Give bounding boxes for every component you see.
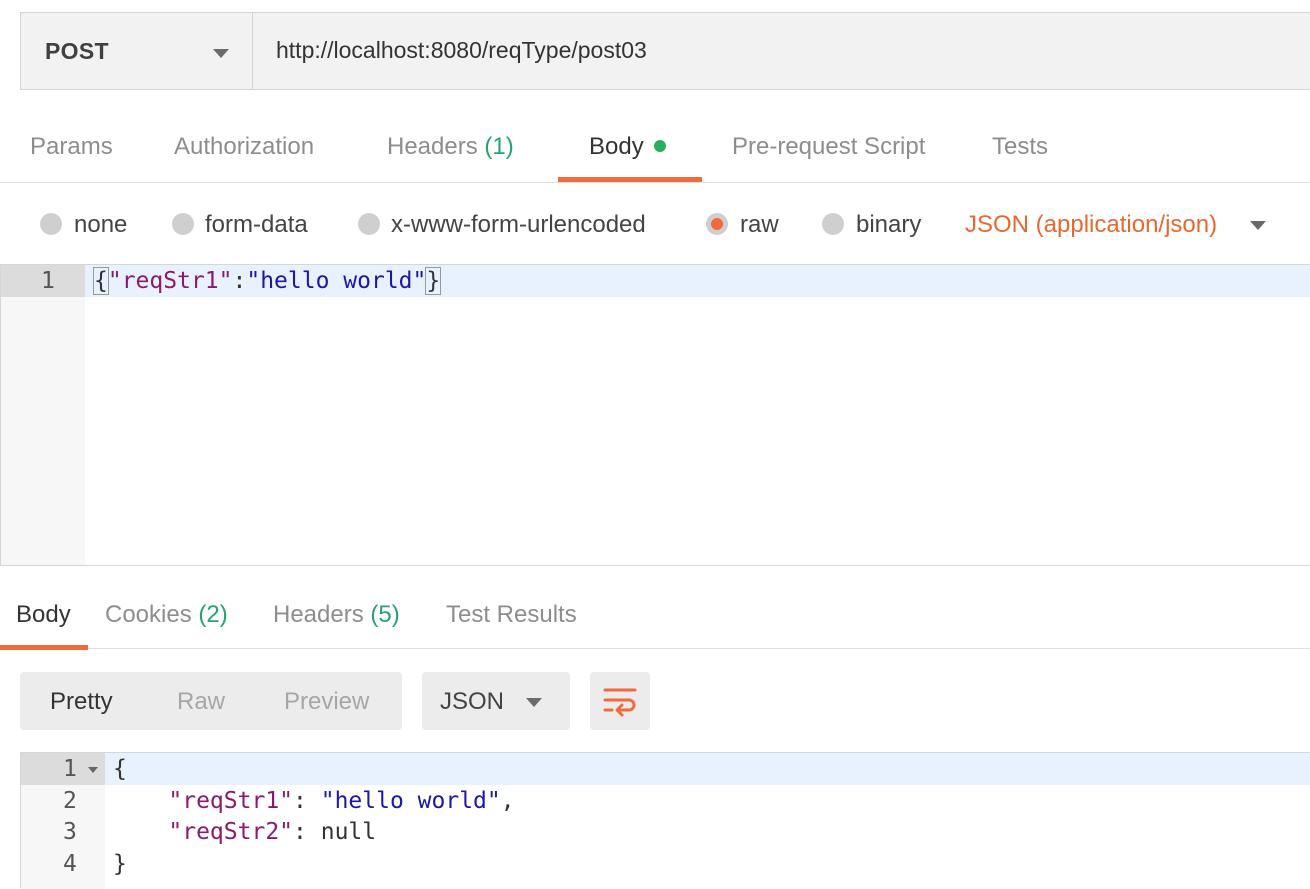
url-input[interactable]: http://localhost:8080/reqType/post03 — [254, 13, 1310, 89]
line-number: 2 — [63, 788, 77, 814]
line-number: 3 — [63, 819, 77, 845]
resp-tab-body[interactable]: Body — [16, 601, 71, 629]
tab-pre-request-script[interactable]: Pre-request Script — [732, 133, 925, 161]
wrap-lines-icon — [603, 688, 637, 717]
url-text: http://localhost:8080/reqType/post03 — [276, 37, 647, 63]
tab-tests[interactable]: Tests — [992, 133, 1048, 161]
method-select[interactable]: POST — [21, 13, 253, 89]
response-active-tab-indicator — [0, 645, 88, 650]
radio-form-data[interactable] — [172, 213, 194, 235]
content-type-select[interactable]: JSON (application/json) — [965, 211, 1217, 239]
code-line: "reqStr2": null — [168, 819, 377, 845]
resp-tab-test-results[interactable]: Test Results — [446, 601, 577, 629]
resp-tab-cookies-label: Cookies — [105, 601, 192, 628]
view-preview-button[interactable]: Preview — [284, 688, 369, 716]
body-modified-dot-icon — [653, 139, 666, 152]
radio-raw[interactable] — [706, 213, 728, 235]
radio-raw-label[interactable]: raw — [740, 211, 779, 239]
response-tabs-divider — [0, 648, 1310, 649]
cookies-count: (2) — [198, 601, 228, 628]
resp-tab-headers-label: Headers — [273, 601, 364, 628]
radio-binary[interactable] — [822, 213, 844, 235]
code-line: "reqStr1": "hello world", — [168, 788, 515, 814]
tab-headers-label: Headers — [387, 133, 478, 160]
radio-none[interactable] — [40, 213, 62, 235]
tabs-divider — [0, 182, 1310, 183]
line-number: 4 — [63, 851, 77, 877]
code-line: { — [113, 756, 127, 782]
fold-chevron-icon[interactable] — [88, 767, 98, 773]
resp-headers-count: (5) — [370, 601, 400, 628]
view-raw-button[interactable]: Raw — [177, 688, 225, 716]
request-bar: POST http://localhost:8080/reqType/post0… — [20, 12, 1310, 90]
radio-binary-label[interactable]: binary — [856, 211, 921, 239]
response-body-viewer[interactable]: 1 { 2 "reqStr1": "hello world", 3 "reqSt… — [20, 752, 1310, 889]
response-format-select[interactable]: JSON — [422, 672, 570, 730]
tab-authorization[interactable]: Authorization — [174, 133, 314, 161]
request-body-editor[interactable]: 1 {"reqStr1":"hello world"} — [0, 264, 1310, 566]
resp-tab-cookies[interactable]: Cookies (2) — [105, 601, 228, 629]
response-format-label: JSON — [440, 688, 505, 715]
line-gutter — [1, 265, 85, 565]
view-pretty-button[interactable]: Pretty — [50, 688, 113, 716]
code-line: } — [113, 851, 127, 877]
headers-count: (1) — [484, 133, 514, 160]
method-label: POST — [45, 38, 109, 64]
tab-body-label: Body — [589, 133, 644, 160]
tab-params[interactable]: Params — [30, 133, 113, 161]
chevron-down-icon[interactable] — [1250, 221, 1266, 230]
chevron-down-icon — [526, 698, 542, 707]
wrap-lines-button[interactable] — [590, 672, 650, 730]
radio-none-label[interactable]: none — [74, 211, 127, 239]
line-number: 1 — [63, 756, 77, 782]
radio-form-data-label[interactable]: form-data — [205, 211, 308, 239]
chevron-down-icon — [213, 49, 229, 58]
code-line: {"reqStr1":"hello world"} — [93, 267, 442, 295]
radio-urlencoded[interactable] — [358, 213, 380, 235]
radio-urlencoded-label[interactable]: x-www-form-urlencoded — [391, 211, 646, 239]
active-line-highlight — [21, 753, 1310, 785]
tab-headers[interactable]: Headers (1) — [387, 133, 514, 161]
resp-tab-headers[interactable]: Headers (5) — [273, 601, 400, 629]
tab-body[interactable]: Body — [589, 133, 666, 161]
line-number: 1 — [41, 268, 55, 294]
